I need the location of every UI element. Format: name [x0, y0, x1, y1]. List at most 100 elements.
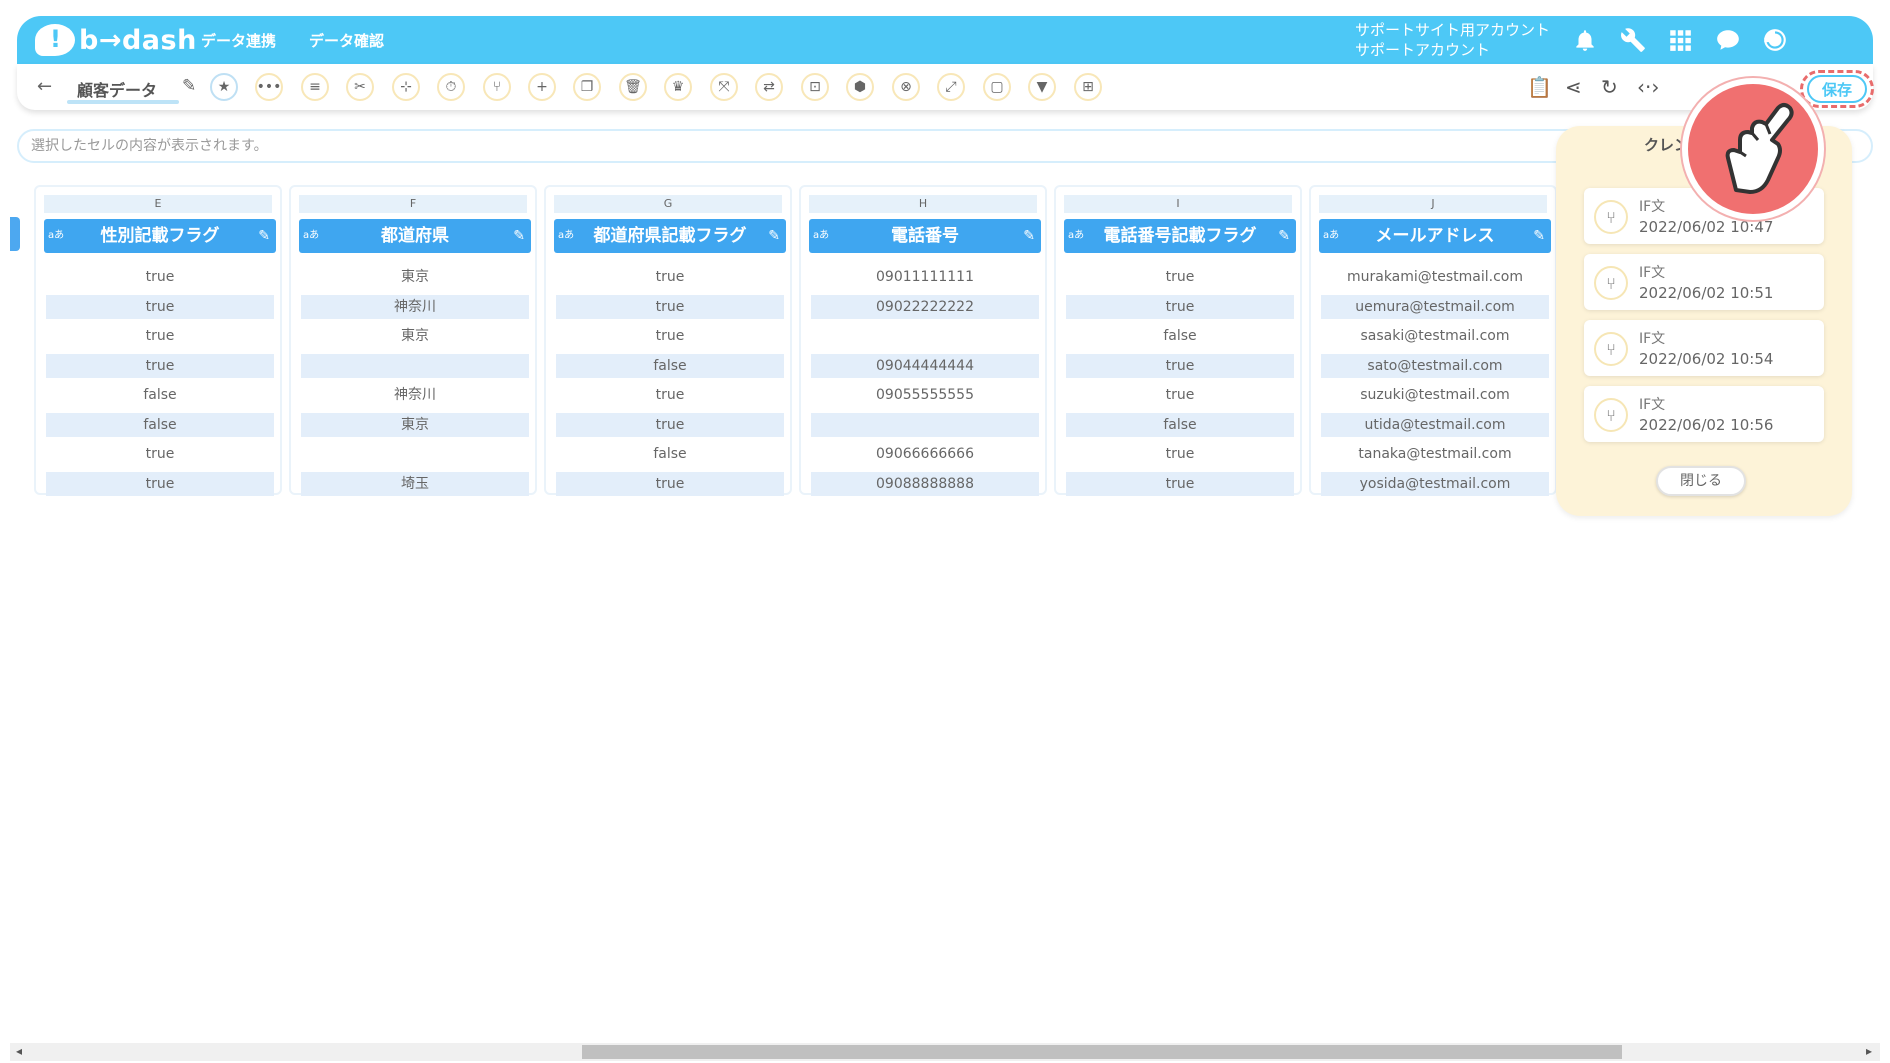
history-item[interactable]: ⑂ IF文 2022/06/02 10:51 [1584, 254, 1824, 310]
bell-icon[interactable] [1569, 24, 1601, 56]
tab-customer-data[interactable]: 顧客データ [77, 77, 157, 101]
grid-cell[interactable]: 東京 [301, 324, 529, 348]
edit-pencil-icon[interactable]: ✎ [1278, 219, 1290, 253]
column-letter[interactable]: G [554, 195, 782, 213]
swap-icon[interactable]: ⇄ [755, 73, 783, 101]
scroll-left-icon[interactable]: ◂ [16, 1044, 22, 1058]
expand-icon[interactable]: ⤧ [710, 73, 738, 101]
scroll-right-icon[interactable]: ▸ [1866, 1044, 1872, 1058]
grid-cell[interactable]: 09044444444 [811, 353, 1039, 378]
grid-cell[interactable]: true [1066, 294, 1294, 319]
grid-cell[interactable]: 神奈川 [301, 383, 529, 407]
grid-cell[interactable]: false [46, 412, 274, 437]
more-dots-icon[interactable]: ••• [255, 73, 283, 101]
grid-cell[interactable]: 09022222222 [811, 294, 1039, 319]
grid-cell[interactable] [301, 442, 529, 466]
grid-cell[interactable] [811, 324, 1039, 348]
grid-cell[interactable]: yosida@testmail.com [1321, 471, 1549, 496]
grid-cell[interactable]: false [1066, 324, 1294, 348]
timer-icon[interactable]: ⏱ [437, 73, 465, 101]
grid-cell[interactable]: murakami@testmail.com [1321, 265, 1549, 289]
horizontal-scrollbar[interactable]: ◂ ▸ [10, 1043, 1880, 1061]
grid-cell[interactable]: 東京 [301, 412, 529, 437]
grid-cell[interactable]: 09055555555 [811, 383, 1039, 407]
cube-icon[interactable]: ⬢ [846, 73, 874, 101]
pencil-icon[interactable]: ✎ [182, 76, 196, 96]
brand-logo[interactable]: b→dash [35, 22, 197, 58]
grid-cell[interactable]: true [556, 471, 784, 496]
copy-icon[interactable]: ❐ [573, 73, 601, 101]
column-letter[interactable]: E [44, 195, 272, 213]
branch-icon[interactable]: ⑂ [483, 73, 511, 101]
grid-cell[interactable]: tanaka@testmail.com [1321, 442, 1549, 466]
resize-icon[interactable]: ⤢ [937, 73, 965, 101]
crown-icon[interactable]: ♛ [664, 73, 692, 101]
edit-pencil-icon[interactable]: ✎ [768, 219, 780, 253]
add-icon[interactable]: + [528, 73, 556, 101]
nav-data-check[interactable]: データ確認 [309, 30, 384, 51]
favorite-star-icon[interactable]: ★ [210, 73, 238, 101]
grid-cell[interactable]: sato@testmail.com [1321, 353, 1549, 378]
column-header[interactable]: aあ 性別記載フラグ ✎ [44, 219, 276, 253]
grid-cell[interactable]: true [556, 265, 784, 289]
grid-cell[interactable]: utida@testmail.com [1321, 412, 1549, 437]
clipboard-icon[interactable]: 📋 [1527, 75, 1552, 99]
list-icon[interactable]: ≡ [301, 73, 329, 101]
grid-cell[interactable]: true [46, 353, 274, 378]
grid-cell[interactable]: false [556, 353, 784, 378]
box-icon[interactable]: ▢ [983, 73, 1011, 101]
transform-icon[interactable]: ⊹ [392, 73, 420, 101]
apps-grid-icon[interactable] [1664, 24, 1696, 56]
grid-cell[interactable]: true [556, 294, 784, 319]
column-letter[interactable]: H [809, 195, 1037, 213]
grid-cell[interactable] [301, 353, 529, 378]
grid-cell[interactable]: 09066666666 [811, 442, 1039, 466]
grid-cell[interactable]: true [556, 324, 784, 348]
cancel-circle-icon[interactable]: ⊗ [892, 73, 920, 101]
filter-icon[interactable]: ▼ [1028, 73, 1056, 101]
save-button[interactable]: 保存 [1807, 75, 1867, 103]
code-icon[interactable]: ‹·› [1637, 75, 1659, 99]
lock-icon[interactable]: ⊡ [801, 73, 829, 101]
grid-cell[interactable]: true [46, 324, 274, 348]
logout-icon[interactable] [1759, 24, 1791, 56]
grid-cell[interactable]: true [1066, 265, 1294, 289]
pivot-icon[interactable]: ⊞ [1074, 73, 1102, 101]
back-arrow-icon[interactable]: ← [37, 76, 52, 97]
column-header[interactable]: aあ メールアドレス ✎ [1319, 219, 1551, 253]
edit-pencil-icon[interactable]: ✎ [1023, 219, 1035, 253]
grid-cell[interactable]: true [1066, 442, 1294, 466]
chat-icon[interactable] [1712, 24, 1744, 56]
grid-cell[interactable]: sasaki@testmail.com [1321, 324, 1549, 348]
grid-cell[interactable]: 09011111111 [811, 265, 1039, 289]
grid-cell[interactable]: 09088888888 [811, 471, 1039, 496]
share-icon[interactable]: ⋖ [1565, 75, 1582, 99]
edit-pencil-icon[interactable]: ✎ [513, 219, 525, 253]
grid-cell[interactable]: true [46, 265, 274, 289]
column-letter[interactable]: J [1319, 195, 1547, 213]
grid-cell[interactable]: false [46, 383, 274, 407]
grid-cell[interactable]: 埼玉 [301, 471, 529, 496]
grid-cell[interactable]: 東京 [301, 265, 529, 289]
column-letter[interactable]: F [299, 195, 527, 213]
grid-cell[interactable]: false [1066, 412, 1294, 437]
column-header[interactable]: aあ 都道府県 ✎ [299, 219, 531, 253]
nav-data-link[interactable]: データ連携 [201, 30, 276, 51]
grid-cell[interactable] [811, 412, 1039, 437]
grid-cell[interactable]: true [46, 471, 274, 496]
wrench-icon[interactable] [1617, 24, 1649, 56]
scroll-thumb[interactable] [582, 1045, 1622, 1059]
grid-cell[interactable]: true [1066, 383, 1294, 407]
delete-icon[interactable]: 🗑 [619, 73, 647, 101]
grid-cell[interactable]: true [556, 383, 784, 407]
edit-pencil-icon[interactable]: ✎ [1533, 219, 1545, 253]
history-item[interactable]: ⑂ IF文 2022/06/02 10:54 [1584, 320, 1824, 376]
grid-cell[interactable]: 神奈川 [301, 294, 529, 319]
column-header[interactable]: aあ 都道府県記載フラグ ✎ [554, 219, 786, 253]
history-item[interactable]: ⑂ IF文 2022/06/02 10:56 [1584, 386, 1824, 442]
column-header[interactable]: aあ 電話番号記載フラグ ✎ [1064, 219, 1296, 253]
grid-cell[interactable]: true [1066, 471, 1294, 496]
grid-cell[interactable]: suzuki@testmail.com [1321, 383, 1549, 407]
close-button[interactable]: 閉じる [1656, 466, 1746, 496]
grid-cell[interactable]: true [46, 442, 274, 466]
